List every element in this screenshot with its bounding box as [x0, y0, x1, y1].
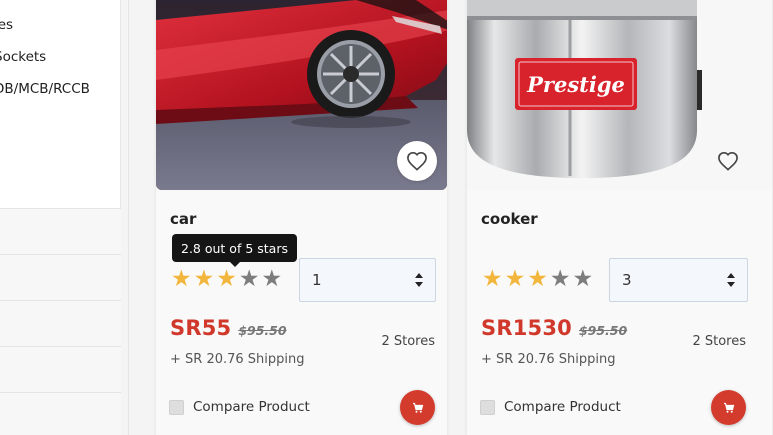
- quantity-value: 1: [312, 271, 322, 289]
- compare-product[interactable]: Compare Product: [169, 399, 310, 415]
- original-price: $95.50: [578, 323, 628, 338]
- select-arrows-icon: [727, 273, 735, 287]
- shipping-cost: + SR 20.76 Shipping: [481, 352, 616, 367]
- product-title[interactable]: cooker: [481, 210, 538, 228]
- sidebar-filter-row[interactable]: [0, 208, 121, 254]
- category-sidebar: les Sockets DB/MCB/RCCB: [0, 0, 121, 435]
- star-rating: ★ ★ ★ ★ ★: [171, 268, 282, 291]
- compare-label: Compare Product: [193, 399, 310, 415]
- store-count[interactable]: 2 Stores: [381, 334, 435, 349]
- quantity-select[interactable]: 1: [299, 258, 436, 302]
- rating-tooltip: 2.8 out of 5 stars: [172, 234, 297, 267]
- sidebar-category-link[interactable]: les: [0, 17, 13, 33]
- wishlist-button[interactable]: [397, 141, 437, 181]
- sidebar-category-link[interactable]: Sockets: [0, 49, 46, 65]
- compare-checkbox[interactable]: [480, 399, 495, 415]
- svg-text:Prestige: Prestige: [526, 72, 625, 97]
- heart-icon: [718, 151, 738, 171]
- compare-product[interactable]: Compare Product: [480, 399, 621, 415]
- sale-price: SR55: [170, 316, 232, 340]
- wishlist-button[interactable]: [708, 141, 748, 181]
- sidebar-filter-row[interactable]: [0, 300, 121, 346]
- sidebar-filter-row[interactable]: [0, 254, 121, 300]
- product-listing-page: les Sockets DB/MCB/RCCB: [0, 0, 773, 435]
- shipping-cost: + SR 20.76 Shipping: [170, 352, 305, 367]
- star-icon: ★: [549, 266, 571, 292]
- star-icon: ★: [527, 266, 548, 292]
- cart-icon: [412, 402, 423, 413]
- store-count[interactable]: 2 Stores: [692, 334, 746, 349]
- sidebar-filter-row[interactable]: [0, 346, 121, 392]
- star-icon: ★: [504, 266, 526, 292]
- star-icon: ★: [482, 266, 503, 292]
- star-icon: ★: [216, 266, 237, 292]
- sidebar-category-link[interactable]: DB/MCB/RCCB: [0, 81, 90, 97]
- product-card[interactable]: Prestige cooker ★ ★ ★ ★ ★ 3 SR1530 $95.5…: [466, 0, 773, 435]
- star-icon: ★: [238, 266, 260, 292]
- price-row: SR1530 $95.50: [481, 316, 627, 340]
- add-to-cart-button[interactable]: [711, 390, 746, 425]
- star-rating: ★ ★ ★ ★ ★: [482, 268, 593, 291]
- sidebar-divider: [121, 0, 129, 435]
- heart-icon: [407, 151, 427, 171]
- compare-label: Compare Product: [504, 399, 621, 415]
- star-icon: ★: [193, 266, 215, 292]
- quantity-value: 3: [622, 271, 632, 289]
- sidebar-filter-row[interactable]: [0, 392, 121, 435]
- star-icon: ★: [261, 266, 283, 292]
- quantity-select[interactable]: 3: [609, 258, 748, 302]
- price-row: SR55 $95.50: [170, 316, 287, 340]
- sale-price: SR1530: [481, 316, 572, 340]
- original-price: $95.50: [238, 323, 287, 338]
- star-icon: ★: [572, 266, 594, 292]
- add-to-cart-button[interactable]: [400, 390, 435, 425]
- cart-icon: [723, 402, 734, 413]
- compare-checkbox[interactable]: [169, 399, 184, 415]
- product-card[interactable]: car 2.8 out of 5 stars ★ ★ ★ ★ ★ 1 SR55 …: [155, 0, 448, 435]
- product-title[interactable]: car: [170, 210, 196, 228]
- star-icon: ★: [171, 266, 192, 292]
- select-arrows-icon: [415, 273, 423, 287]
